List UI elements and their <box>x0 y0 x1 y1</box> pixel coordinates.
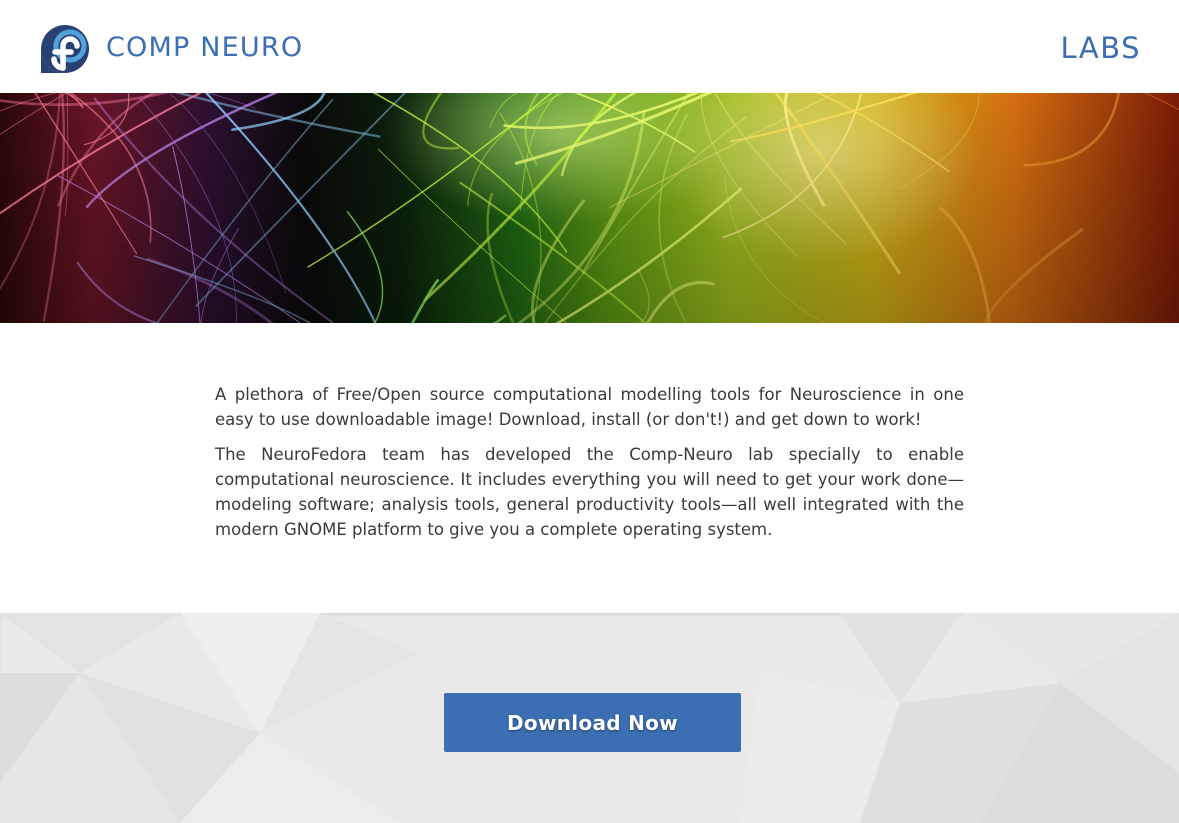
fedora-logo-icon[interactable] <box>40 24 90 74</box>
hero-image <box>0 93 1179 323</box>
site-title[interactable]: COMP NEURO <box>106 32 303 64</box>
labs-link[interactable]: LABS <box>1061 31 1141 65</box>
description: A plethora of Free/Open source computati… <box>215 382 964 552</box>
details-paragraph: The NeuroFedora team has developed the C… <box>215 445 964 539</box>
download-section: Download Now <box>0 613 1179 823</box>
download-now-button[interactable]: Download Now <box>444 693 741 752</box>
hero-banner <box>0 93 1179 323</box>
site-header: COMP NEURO LABS <box>0 0 1179 93</box>
intro-paragraph: A plethora of Free/Open source computati… <box>215 385 964 429</box>
